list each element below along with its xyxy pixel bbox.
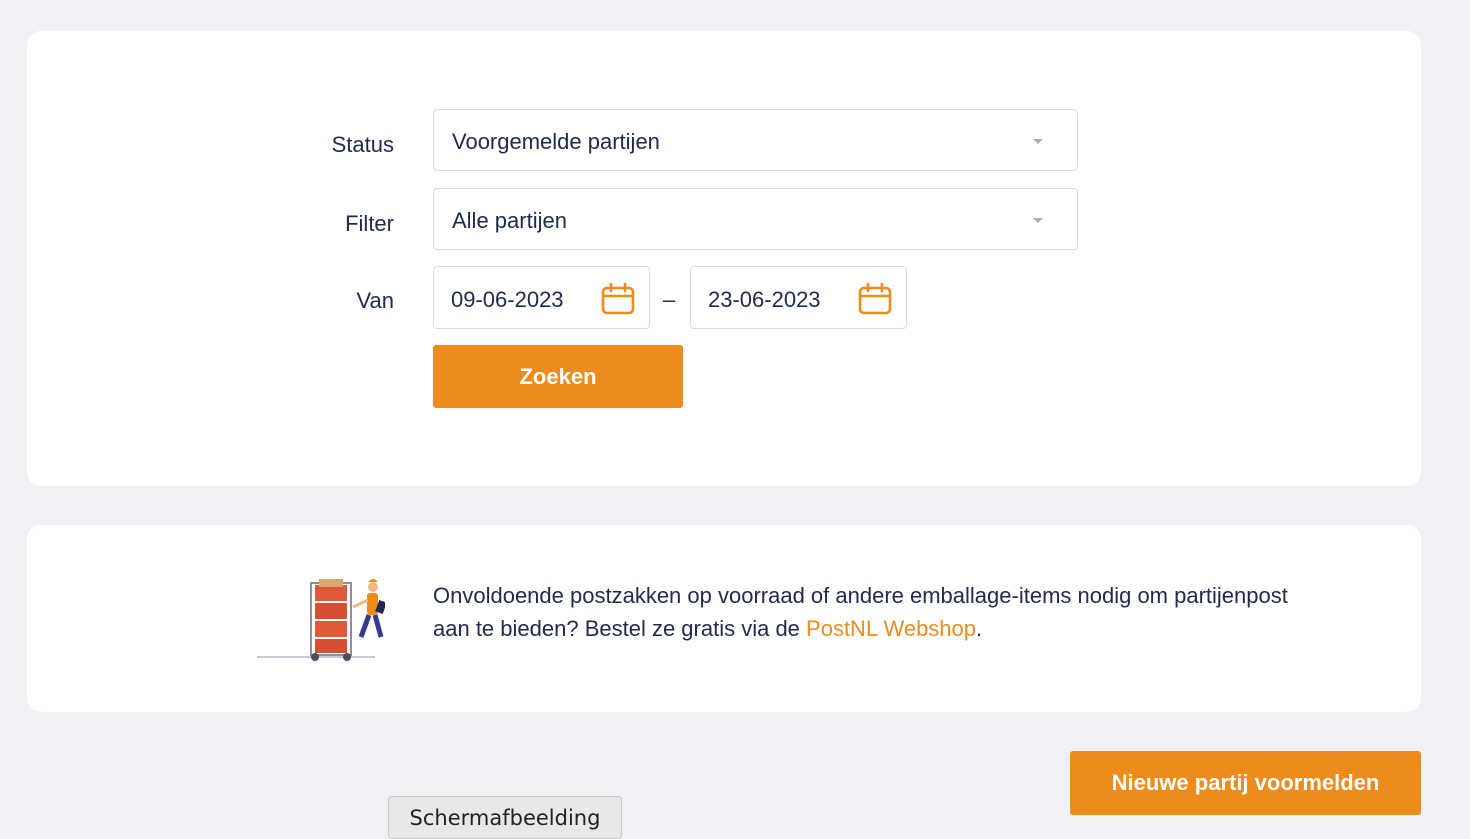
webshop-link[interactable]: PostNL Webshop <box>806 616 976 641</box>
info-card: Onvoldoende postzakken op voorraad of an… <box>27 525 1421 712</box>
courier-with-parcel-trolley-illustration <box>257 579 385 661</box>
date-range-separator: – <box>663 287 676 312</box>
date-from-input[interactable]: 09-06-2023 <box>433 266 650 329</box>
info-message: Onvoldoende postzakken op voorraad of an… <box>433 579 1313 645</box>
chevron-down-icon <box>1033 218 1043 223</box>
filter-select[interactable]: Alle partijen <box>433 188 1078 250</box>
date-from-value: 09-06-2023 <box>451 287 564 312</box>
date-to-value: 23-06-2023 <box>708 287 821 312</box>
calendar-icon[interactable] <box>858 283 892 315</box>
new-batch-button[interactable]: Nieuwe partij voormelden <box>1070 751 1421 815</box>
filter-select-value: Alle partijen <box>452 208 567 233</box>
filter-card: Status Voorgemelde partijen Filter Alle … <box>27 31 1421 486</box>
status-label: Status <box>331 132 394 157</box>
date-range-label: Van <box>356 288 394 313</box>
screenshot-tooltip: Schermafbeelding <box>388 796 622 839</box>
search-button[interactable]: Zoeken <box>433 345 683 408</box>
calendar-icon[interactable] <box>601 283 635 315</box>
filter-label: Filter <box>345 211 394 236</box>
status-select[interactable]: Voorgemelde partijen <box>433 109 1078 171</box>
date-to-input[interactable]: 23-06-2023 <box>690 266 907 329</box>
info-text-end: . <box>976 616 983 641</box>
status-select-value: Voorgemelde partijen <box>452 129 660 154</box>
chevron-down-icon <box>1033 139 1043 144</box>
